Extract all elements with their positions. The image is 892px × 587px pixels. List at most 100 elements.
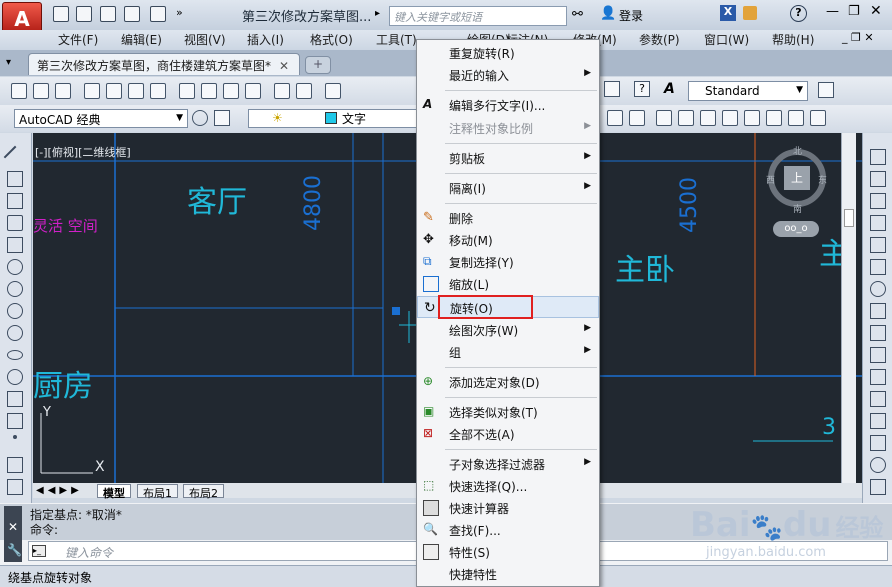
copy-tool-icon[interactable] <box>870 171 886 187</box>
tb-help-icon[interactable]: ? <box>634 81 650 97</box>
polyline-icon[interactable] <box>7 193 23 209</box>
menu-item-edit-mtext[interactable]: A 编辑多行文字(I)... <box>417 94 599 116</box>
menu-item-isolate[interactable]: 隔离(I) ▶ <box>417 177 599 199</box>
menu-view[interactable]: 视图(V) <box>184 31 226 48</box>
save-as-icon[interactable] <box>124 6 140 22</box>
scale-tool-icon[interactable] <box>870 303 886 319</box>
binoculars-icon[interactable]: ⚯ <box>572 7 583 22</box>
erase-tool-icon[interactable] <box>870 149 886 165</box>
exchange-icon[interactable]: X <box>720 5 736 21</box>
menu-item-find[interactable]: 🔍 查找(F)... <box>417 519 599 541</box>
spline-icon[interactable] <box>7 325 23 341</box>
tab-model[interactable]: 模型 <box>97 484 131 500</box>
menu-item-group[interactable]: 组 ▶ <box>417 341 599 363</box>
menu-item-copy-selection[interactable]: ⧉ 复制选择(Y) <box>417 251 599 273</box>
menu-help[interactable]: 帮助(H) <box>772 31 814 48</box>
login-link[interactable]: 登录 <box>619 7 643 24</box>
dim-angular-icon[interactable] <box>810 110 826 126</box>
workspace-settings-icon[interactable] <box>192 110 208 126</box>
tb-redo-icon[interactable] <box>296 83 312 99</box>
break-icon[interactable] <box>870 391 886 407</box>
tb-save-icon[interactable] <box>55 83 71 99</box>
menu-item-properties[interactable]: 特性(S) <box>417 541 599 563</box>
arc-icon[interactable] <box>7 259 23 275</box>
tb-preview-icon[interactable] <box>106 83 122 99</box>
vertical-scrollbar[interactable] <box>841 133 856 483</box>
fillet-icon[interactable] <box>870 457 886 473</box>
tb-layer-prev-icon[interactable] <box>607 110 623 126</box>
tb-matchprop-icon[interactable] <box>245 83 261 99</box>
menu-window[interactable]: 窗口(W) <box>704 31 749 48</box>
menu-item-clipboard[interactable]: 剪贴板 ▶ <box>417 147 599 169</box>
stretch-icon[interactable] <box>870 325 886 341</box>
explode-icon[interactable] <box>870 479 886 495</box>
save-icon[interactable] <box>100 6 116 22</box>
mirror-icon[interactable] <box>870 193 886 209</box>
join-icon[interactable] <box>870 413 886 429</box>
customize-wrench-icon[interactable]: 🔧 <box>7 543 22 557</box>
make-block-icon[interactable] <box>7 413 23 429</box>
menu-item-add-selected[interactable]: ⊕ 添加选定对象(D) <box>417 371 599 393</box>
menu-item-quick-properties[interactable]: 快捷特性 <box>417 563 599 585</box>
menu-item-repeat-rotate[interactable]: 重复旋转(R) <box>417 42 599 64</box>
text-style-select[interactable]: Standard ▼ <box>688 81 808 101</box>
line-icon[interactable] <box>3 145 27 169</box>
rotate-tool-icon[interactable] <box>870 281 886 297</box>
tab-nav-arrows[interactable]: ◀◀▶▶ <box>36 485 83 496</box>
menu-item-scale[interactable]: 缩放(L) <box>417 273 599 295</box>
tb-print-icon[interactable] <box>84 83 100 99</box>
minimize-icon[interactable]: — <box>826 4 839 19</box>
command-prompt-icon[interactable]: ▸_ <box>32 545 46 557</box>
tb-undo-icon[interactable] <box>274 83 290 99</box>
menu-item-quick-calc[interactable]: 快速计算器 <box>417 497 599 519</box>
menu-tools[interactable]: 工具(T) <box>376 31 417 48</box>
menu-item-quick-select[interactable]: ⬚ 快速选择(Q)... <box>417 475 599 497</box>
menu-format[interactable]: 格式(O) <box>310 31 353 48</box>
dim-aligned-icon[interactable] <box>678 110 694 126</box>
hatch-icon[interactable] <box>7 457 23 473</box>
revision-cloud-icon[interactable] <box>7 303 23 319</box>
tab-menu-icon[interactable]: ▾ <box>6 57 11 68</box>
restore-icon[interactable]: ❐ <box>848 4 860 19</box>
tab-close-icon[interactable]: ✕ <box>279 59 289 73</box>
tb-3dprint-icon[interactable] <box>150 83 166 99</box>
menu-item-move[interactable]: ✥ 移动(M) <box>417 229 599 251</box>
circle-icon[interactable] <box>7 281 23 297</box>
dim-linear-icon[interactable] <box>656 110 672 126</box>
tb-cut-icon[interactable] <box>179 83 195 99</box>
dim-arc-icon[interactable] <box>700 110 716 126</box>
chamfer-icon[interactable] <box>870 435 886 451</box>
menu-item-draw-order[interactable]: 绘图次序(W) ▶ <box>417 319 599 341</box>
menu-item-recent-input[interactable]: 最近的输入 ▶ <box>417 64 599 86</box>
connect-icon[interactable] <box>743 6 757 20</box>
document-tab[interactable]: 第三次修改方案草图，商住楼建筑方案草图* ✕ <box>28 53 300 75</box>
new-tab-button[interactable]: + <box>305 56 331 74</box>
gradient-icon[interactable] <box>7 479 23 495</box>
workspace-select[interactable]: AutoCAD 经典 ▼ <box>14 109 188 128</box>
menu-item-subobject-filter[interactable]: 子对象选择过滤器 ▶ <box>417 453 599 475</box>
menu-item-deselect-all[interactable]: ⊠ 全部不选(A) <box>417 423 599 445</box>
close-command-icon[interactable]: ✕ <box>8 520 18 534</box>
print-icon[interactable] <box>150 6 166 22</box>
tb-copy-icon[interactable] <box>201 83 217 99</box>
insert-block-icon[interactable] <box>7 391 23 407</box>
doc-window-controls[interactable]: _ ❐ ✕ <box>842 31 874 44</box>
tab-layout2[interactable]: 布局2 <box>183 484 224 500</box>
viewcube-top[interactable]: 上 <box>784 166 810 190</box>
menu-item-annotative-scale[interactable]: 注释性对象比例 ▶ <box>417 117 599 139</box>
menu-item-select-similar[interactable]: ▣ 选择类似对象(T) <box>417 401 599 423</box>
wcs-menu[interactable]: oo_o <box>773 221 819 237</box>
trim-icon[interactable] <box>870 347 886 363</box>
polygon-icon[interactable] <box>7 215 23 231</box>
rectangle-icon[interactable] <box>7 237 23 253</box>
construction-line-icon[interactable] <box>7 171 23 187</box>
compass-south[interactable]: 南 <box>793 202 802 215</box>
tb-open-icon[interactable] <box>33 83 49 99</box>
tab-layout1[interactable]: 布局1 <box>137 484 178 500</box>
ellipse-arc-icon[interactable] <box>7 369 23 385</box>
tb-new-icon[interactable] <box>11 83 27 99</box>
array-icon[interactable] <box>870 237 886 253</box>
ellipse-icon[interactable] <box>7 350 23 360</box>
menu-insert[interactable]: 插入(I) <box>247 31 284 48</box>
help-icon[interactable]: ? <box>790 5 807 22</box>
